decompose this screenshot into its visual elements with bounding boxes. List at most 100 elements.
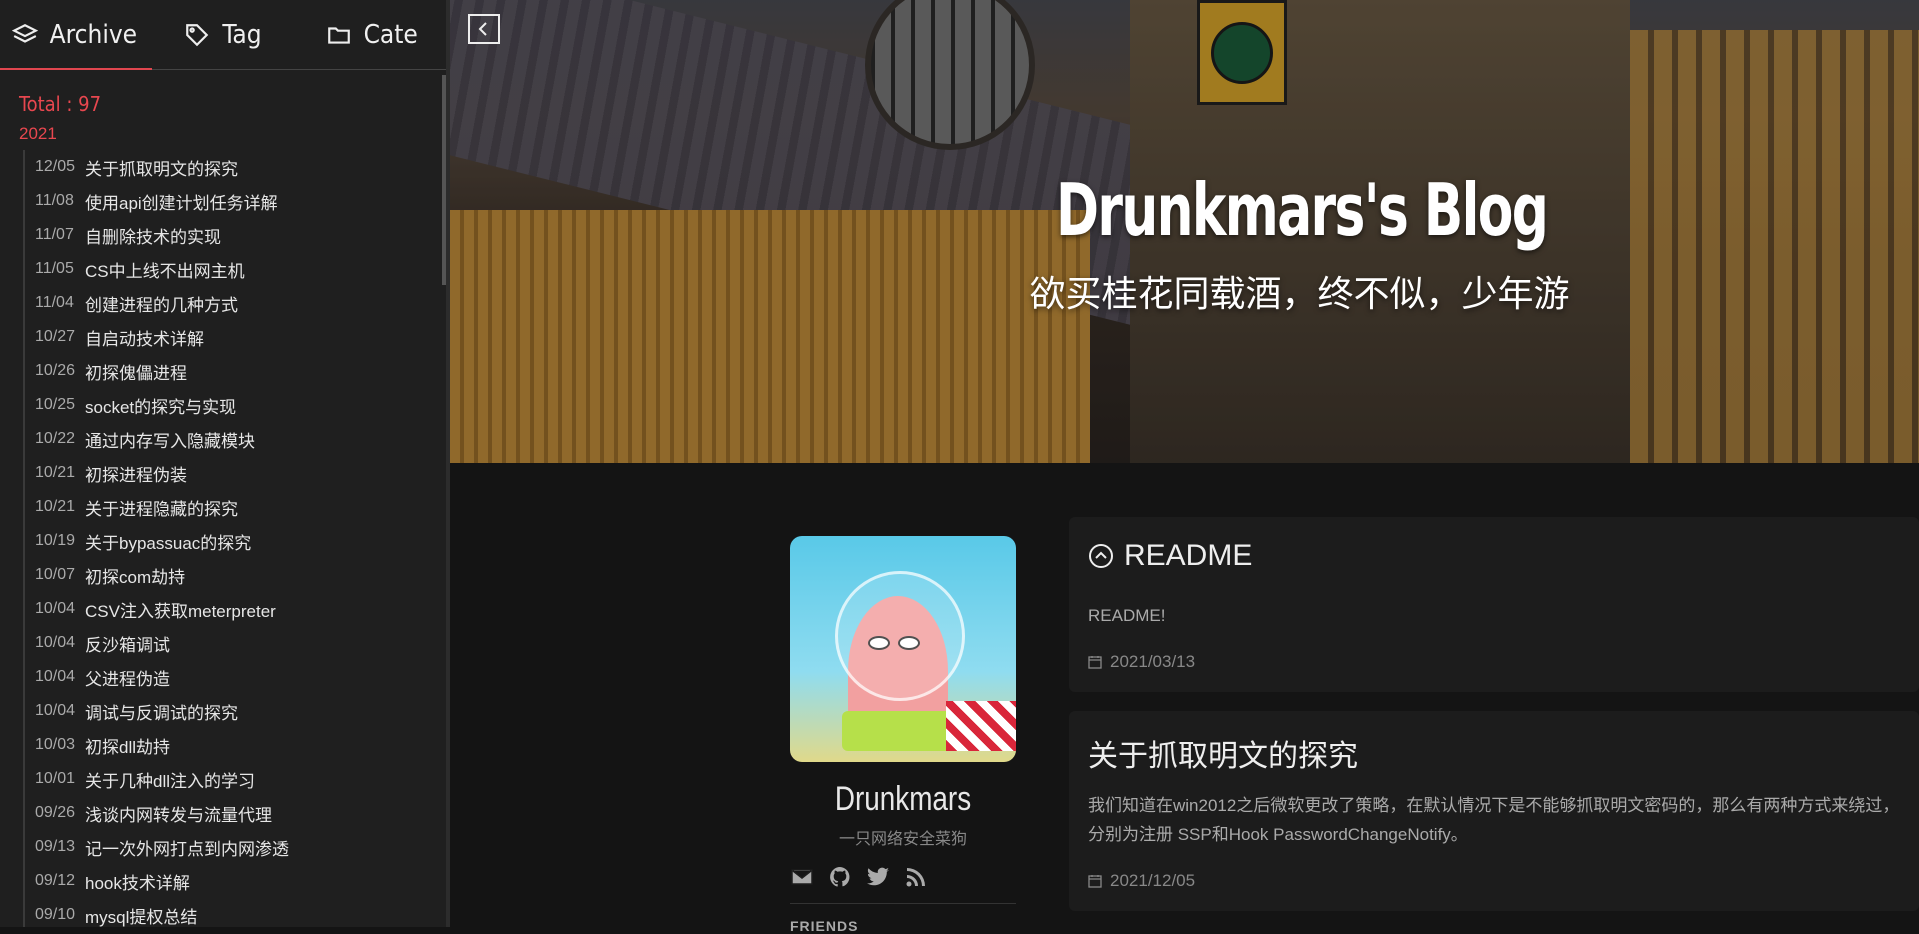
post-title: 调试与反调试的探究 (85, 703, 238, 723)
post-date: 09/10 (35, 906, 76, 923)
site-title: Drunkmars's Blog (1055, 168, 1549, 252)
profile-name: Drunkmars (834, 780, 972, 818)
post-title: 初探傀儡进程 (85, 363, 187, 383)
post-date: 11/04 (35, 294, 74, 311)
post-title: 反沙箱调试 (85, 635, 170, 655)
archive-post-item[interactable]: 11/04 创建进程的几种方式 (35, 286, 446, 320)
archive-post-item[interactable]: 12/05 关于抓取明文的探究 (35, 150, 446, 184)
chevron-left-icon (478, 22, 487, 36)
post-date: 11/08 (35, 192, 74, 209)
post-title: 初探com劫持 (85, 567, 186, 587)
sidebar-tabs: Archive Tag Cate (0, 0, 446, 70)
chevron-up-circle-icon (1089, 544, 1113, 568)
post-title: 使用api创建计划任务详解 (85, 193, 278, 213)
post-card-excerpt: README! (1088, 606, 1166, 625)
post-date: 10/21 (35, 464, 76, 481)
archive-year: 2021 (19, 124, 57, 143)
archive-post-item[interactable]: 10/21 初探进程伪装 (35, 456, 446, 490)
folder-icon (327, 26, 350, 44)
archive-post-item[interactable]: 10/27 自启动技术详解 (35, 320, 446, 354)
post-card-excerpt: 我们知道在win2012之后微软更改了策略，在默认情况下是不能够抓取明文密码的，… (1088, 796, 1900, 844)
post-date: 10/19 (35, 532, 76, 549)
profile-card: Drunkmars 一只网络安全菜狗 FRIENDS (790, 536, 1016, 934)
post-title: 初探dll劫持 (85, 737, 171, 757)
tab-label: Tag (222, 19, 262, 50)
social-links (790, 865, 1016, 889)
active-tab-indicator (0, 68, 152, 70)
post-title: 关于进程隐藏的探究 (85, 499, 238, 519)
tab-label: Archive (49, 19, 138, 50)
post-title: 创建进程的几种方式 (85, 295, 238, 315)
profile-description: 一只网络安全菜狗 (838, 831, 967, 848)
archive-post-item[interactable]: 10/22 通过内存写入隐藏模块 (35, 422, 446, 456)
archive-post-item[interactable]: 09/12 hook技术详解 (35, 864, 446, 898)
post-date: 10/25 (35, 396, 76, 413)
post-date: 09/26 (35, 804, 76, 821)
archive-post-list: 12/05 关于抓取明文的探究 11/08 使用api创建计划任务详解 11/07 自删除… (23, 150, 446, 927)
archive-post-item[interactable]: 11/07 自删除技术的实现 (35, 218, 446, 252)
archive-post-item[interactable]: 09/10 mysql提权总结 (35, 898, 446, 927)
post-title: 浅谈内网转发与流量代理 (85, 805, 272, 825)
post-card: README README! 2021/03/13 (1069, 517, 1919, 692)
avatar (790, 536, 1016, 762)
friends-heading: FRIENDS (790, 918, 859, 934)
post-title: 通过内存写入隐藏模块 (85, 431, 255, 451)
toggle-sidebar-button[interactable] (468, 14, 500, 44)
post-card-date: 2021/03/13 (1088, 652, 1900, 672)
archive-post-item[interactable]: 10/21 关于进程隐藏的探究 (35, 490, 446, 524)
post-date: 10/01 (35, 770, 76, 787)
post-date: 10/26 (35, 362, 76, 379)
tab-cate[interactable]: Cate (297, 0, 446, 69)
archive-post-item[interactable]: 11/08 使用api创建计划任务详解 (35, 184, 446, 218)
tag-icon (186, 23, 209, 46)
post-date: 12/05 (35, 158, 76, 175)
post-title: 关于bypassuac的探究 (85, 533, 252, 553)
tab-label: Cate (363, 19, 418, 50)
post-date: 10/04 (35, 600, 76, 617)
twitter-icon[interactable] (866, 865, 890, 889)
archive-post-item[interactable]: 10/04 调试与反调试的探究 (35, 694, 446, 728)
rss-icon[interactable] (904, 865, 928, 889)
calendar-icon (1088, 656, 1102, 669)
post-date: 09/12 (35, 872, 76, 889)
post-card-title[interactable]: 关于抓取明文的探究 (1088, 731, 1900, 775)
post-date: 10/22 (35, 430, 76, 447)
archive-post-item[interactable]: 10/03 初探dll劫持 (35, 728, 446, 762)
post-date: 10/04 (35, 634, 76, 651)
archive-post-item[interactable]: 09/13 记一次外网打点到内网渗透 (35, 830, 446, 864)
post-title: 记一次外网打点到内网渗透 (85, 839, 289, 859)
post-card-date: 2021/12/05 (1088, 871, 1900, 891)
post-date: 11/07 (35, 226, 74, 243)
archive-post-item[interactable]: 10/01 关于几种dll注入的学习 (35, 762, 446, 796)
sidebar-scrollbar[interactable] (442, 75, 446, 285)
archive-post-item[interactable]: 10/04 反沙箱调试 (35, 626, 446, 660)
post-title: mysql提权总结 (85, 907, 198, 927)
post-date: 10/03 (35, 736, 76, 753)
tab-archive[interactable]: Archive (0, 0, 149, 69)
archive-post-item[interactable]: 10/04 CSV注入获取meterpreter (35, 592, 446, 626)
post-title: 初探进程伪装 (85, 465, 187, 485)
post-title: 父进程伪造 (85, 669, 170, 689)
archive-post-item[interactable]: 10/07 初探com劫持 (35, 558, 446, 592)
archive-post-item[interactable]: 10/19 关于bypassuac的探究 (35, 524, 446, 558)
calendar-icon (1088, 875, 1102, 888)
archive-post-item[interactable]: 10/26 初探傀儡进程 (35, 354, 446, 388)
post-date: 10/04 (35, 702, 76, 719)
sidebar: Archive Tag Cate Total : 97 2021 12/05 关于… (0, 0, 450, 927)
archive-post-item[interactable]: 10/04 父进程伪造 (35, 660, 446, 694)
post-title: CSV注入获取meterpreter (85, 601, 276, 621)
archive-post-item[interactable]: 10/25 socket的探究与实现 (35, 388, 446, 422)
post-date: 11/05 (35, 260, 74, 277)
post-title: 关于几种dll注入的学习 (85, 771, 256, 791)
hero-banner: Drunkmars's Blog 欲买桂花同载酒，终不似，少年游 (450, 0, 1919, 463)
mail-icon[interactable] (790, 865, 814, 889)
post-date: 09/13 (35, 838, 76, 855)
archive-post-item[interactable]: 11/05 CS中上线不出网主机 (35, 252, 446, 286)
tab-tag[interactable]: Tag (149, 0, 298, 69)
post-card-title[interactable]: README (1088, 539, 1900, 573)
archive-post-item[interactable]: 09/26 浅谈内网转发与流量代理 (35, 796, 446, 830)
post-title: 关于抓取明文的探究 (85, 159, 238, 179)
post-title: 自删除技术的实现 (85, 227, 221, 247)
post-title: hook技术详解 (85, 873, 190, 893)
github-icon[interactable] (828, 865, 852, 889)
